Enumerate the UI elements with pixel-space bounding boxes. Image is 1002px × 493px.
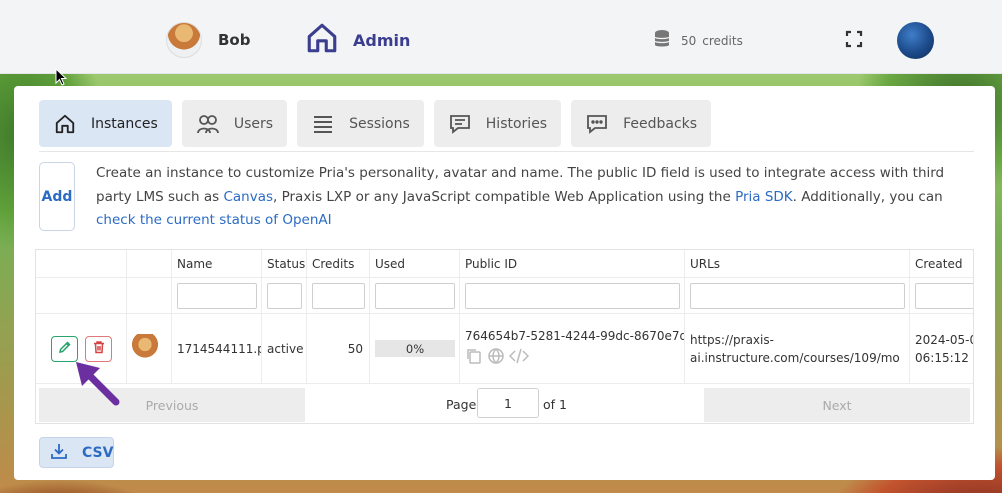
- list-icon: [311, 112, 335, 136]
- tab-label: Users: [233, 115, 274, 132]
- column-header-actions: [36, 250, 126, 277]
- trash-icon: [92, 340, 106, 357]
- credits-value: 50: [681, 33, 697, 48]
- credits-filter-input[interactable]: [312, 282, 365, 309]
- filter-cell: [171, 278, 261, 313]
- url-text-line[interactable]: ai.instructure.com/courses/109/mo: [690, 349, 900, 367]
- database-icon: [653, 29, 671, 52]
- home-icon: [305, 21, 339, 59]
- chat-icon: [448, 112, 472, 136]
- created-filter-input[interactable]: [915, 282, 973, 309]
- column-header-credits[interactable]: Credits: [306, 250, 369, 277]
- profile-globe-avatar[interactable]: [897, 22, 934, 59]
- top-header: Bob Admin 50 credits: [0, 0, 1002, 74]
- next-button[interactable]: Next: [704, 388, 970, 422]
- annotation-arrow-icon: [70, 356, 126, 414]
- instances-description: Create an instance to customize Pria's p…: [96, 162, 966, 233]
- table-header-row: Name Status Credits Used Public ID URLs …: [36, 250, 973, 278]
- globe-icon[interactable]: [487, 347, 505, 368]
- filter-cell: [369, 278, 459, 313]
- code-icon[interactable]: [508, 347, 530, 368]
- used-filter-input[interactable]: [375, 282, 455, 309]
- tab-instances[interactable]: Instances: [39, 100, 172, 147]
- user-name: Bob: [218, 31, 251, 49]
- page-total: of 1: [543, 397, 567, 412]
- tab-feedbacks[interactable]: Feedbacks: [571, 100, 712, 147]
- column-header-used[interactable]: Used: [369, 250, 459, 277]
- filter-cell: [306, 278, 369, 313]
- column-header-created[interactable]: Created: [909, 250, 973, 277]
- table-filter-row: [36, 278, 973, 314]
- tab-histories[interactable]: Histories: [433, 100, 562, 147]
- column-header-status[interactable]: Status: [261, 250, 306, 277]
- filter-cell: [684, 278, 909, 313]
- url-text-line[interactable]: https://praxis-: [690, 331, 774, 349]
- credits-indicator: 50 credits: [653, 29, 743, 52]
- credits-label: credits: [702, 33, 743, 48]
- column-header-public-id[interactable]: Public ID: [459, 250, 684, 277]
- admin-label: Admin: [353, 30, 411, 50]
- created-date: 2024-05-0: [915, 332, 974, 347]
- tab-sessions[interactable]: Sessions: [297, 100, 424, 147]
- pencil-icon: [58, 340, 72, 357]
- filter-cell: [909, 278, 973, 313]
- download-icon: [50, 442, 68, 464]
- urls-filter-input[interactable]: [690, 282, 905, 309]
- user-menu[interactable]: Bob: [166, 22, 250, 58]
- instances-card: Instances Users Sessions Histories Feedb…: [14, 86, 995, 480]
- page-number-input[interactable]: 1: [477, 388, 539, 418]
- public-id-cell: 764654b7-5281-4244-99dc-8670e7d7b: [459, 314, 684, 383]
- table-row: 1714544111.pr active 50 0% 764654b7-5281…: [36, 314, 974, 384]
- tab-label: Feedbacks: [623, 115, 698, 132]
- tab-users[interactable]: Users: [181, 100, 288, 147]
- user-avatar: [166, 22, 202, 58]
- filter-cell: [126, 278, 171, 313]
- csv-export-button[interactable]: CSV: [39, 437, 114, 468]
- admin-link[interactable]: Admin: [305, 22, 410, 58]
- created-time: 06:15:12: [915, 350, 969, 365]
- users-icon: [196, 112, 220, 136]
- copy-icon[interactable]: [465, 347, 483, 368]
- created-cell: 2024-05-0 06:15:12: [909, 314, 974, 383]
- used-progress-bar: 0%: [375, 340, 455, 357]
- instance-avatar: [132, 333, 158, 364]
- tab-label: Histories: [485, 115, 548, 132]
- fullscreen-icon[interactable]: [844, 29, 864, 49]
- home-icon: [53, 112, 77, 136]
- credits-cell: 50: [306, 314, 369, 383]
- name-filter-input[interactable]: [177, 282, 257, 309]
- filter-cell: [36, 278, 126, 313]
- canvas-link[interactable]: Canvas: [223, 189, 273, 205]
- tab-label: Sessions: [349, 115, 410, 132]
- used-cell: 0%: [369, 314, 459, 383]
- description-text: , Praxis LXP or any JavaScript compatibl…: [273, 188, 736, 205]
- tab-divider: [39, 151, 974, 152]
- tab-bar: Instances Users Sessions Histories Feedb…: [39, 100, 721, 147]
- feedback-icon: [585, 112, 609, 136]
- status-filter-input[interactable]: [267, 282, 302, 309]
- filter-cell: [261, 278, 306, 313]
- instances-table: Name Status Credits Used Public ID URLs …: [35, 249, 974, 424]
- pria-sdk-link[interactable]: Pria SDK: [735, 189, 793, 205]
- public-id-filter-input[interactable]: [465, 282, 680, 309]
- openai-status-link[interactable]: check the current status of OpenAI: [96, 212, 332, 228]
- public-id-actions: [465, 347, 530, 368]
- column-header-avatar: [126, 250, 171, 277]
- filter-cell: [459, 278, 684, 313]
- public-id-text: 764654b7-5281-4244-99dc-8670e7d7b: [465, 329, 684, 343]
- description-text: . Additionally, you can: [792, 188, 943, 205]
- tab-label: Instances: [91, 115, 158, 132]
- page-label: Page: [446, 397, 477, 412]
- status-cell: active: [261, 314, 306, 383]
- avatar-cell: [126, 314, 171, 383]
- column-header-urls[interactable]: URLs: [684, 250, 909, 277]
- urls-cell: https://praxis- ai.instructure.com/cours…: [684, 314, 909, 383]
- name-cell: 1714544111.pr: [171, 314, 261, 383]
- pagination: Previous Page 1 of 1 Next: [36, 384, 973, 423]
- csv-label: CSV: [82, 444, 114, 461]
- column-header-name[interactable]: Name: [171, 250, 261, 277]
- add-instance-button[interactable]: Add: [39, 162, 75, 231]
